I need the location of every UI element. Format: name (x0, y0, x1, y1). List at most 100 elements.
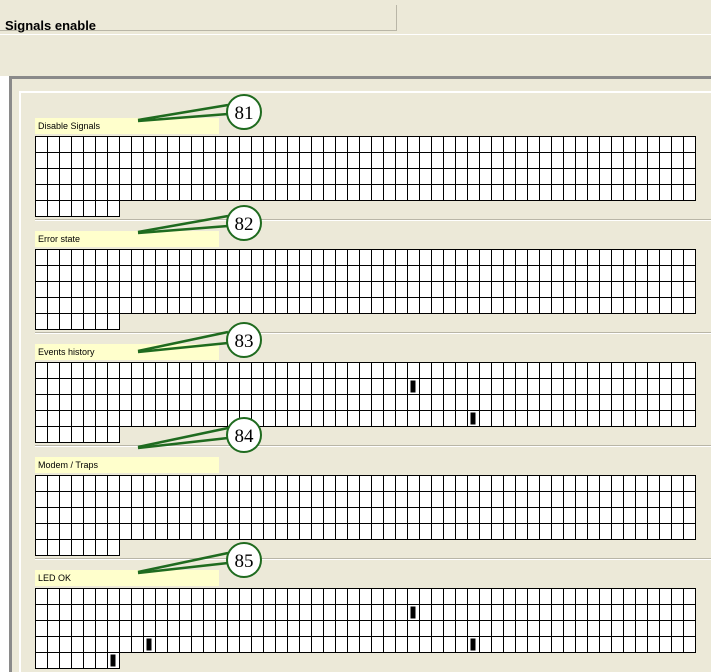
signal-cell[interactable] (515, 588, 528, 605)
signal-cell[interactable] (287, 588, 300, 605)
signal-cell[interactable] (83, 168, 96, 185)
signal-cell[interactable] (323, 297, 336, 314)
signal-cell[interactable] (59, 281, 72, 298)
signal-cell[interactable] (575, 152, 588, 169)
signal-cell[interactable] (479, 475, 492, 492)
signal-grid[interactable] (35, 475, 696, 557)
signal-cell[interactable] (299, 620, 312, 637)
signal-cell[interactable] (527, 523, 540, 540)
signal-cell[interactable] (563, 297, 576, 314)
signal-cell[interactable] (95, 362, 108, 379)
signal-cell[interactable] (671, 249, 684, 266)
signal-cell[interactable] (239, 136, 252, 153)
signal-cell[interactable] (371, 281, 384, 298)
signal-cell[interactable] (275, 362, 288, 379)
signal-cell[interactable] (443, 491, 456, 508)
signal-cell[interactable] (359, 475, 372, 492)
signal-cell[interactable] (683, 475, 696, 492)
signal-cell[interactable] (623, 475, 636, 492)
signal-cell[interactable] (311, 410, 324, 427)
signal-cell[interactable] (539, 297, 552, 314)
signal-cell[interactable] (47, 297, 60, 314)
signal-cell[interactable] (311, 184, 324, 201)
signal-cell[interactable] (179, 410, 192, 427)
signal-cell[interactable] (119, 475, 132, 492)
signal-cell[interactable] (539, 265, 552, 282)
signal-cell[interactable] (47, 636, 60, 653)
signal-cell[interactable] (563, 136, 576, 153)
signal-cell[interactable] (419, 378, 432, 395)
signal-cell[interactable] (551, 136, 564, 153)
signal-cell[interactable] (335, 378, 348, 395)
signal-cell[interactable] (263, 281, 276, 298)
signal-cell[interactable] (659, 184, 672, 201)
signal-cell[interactable] (683, 507, 696, 524)
signal-cell[interactable] (455, 378, 468, 395)
signal-cell[interactable] (203, 297, 216, 314)
signal-cell[interactable] (527, 507, 540, 524)
signal-cell[interactable] (95, 475, 108, 492)
signal-cell[interactable] (59, 184, 72, 201)
signal-grid[interactable] (35, 249, 696, 331)
signal-cell[interactable] (443, 136, 456, 153)
signal-cell[interactable] (503, 136, 516, 153)
signal-cell[interactable] (143, 152, 156, 169)
signal-cell[interactable] (611, 297, 624, 314)
signal-cell[interactable] (59, 152, 72, 169)
signal-cell[interactable] (623, 620, 636, 637)
signal-cell[interactable] (371, 588, 384, 605)
signal-cell[interactable] (179, 297, 192, 314)
signal-cell[interactable] (167, 265, 180, 282)
signal-cell[interactable] (323, 265, 336, 282)
signal-cell[interactable] (143, 523, 156, 540)
signal-cell[interactable] (503, 588, 516, 605)
signal-cell[interactable] (95, 636, 108, 653)
signal-cell[interactable] (551, 249, 564, 266)
signal-cell[interactable] (35, 136, 48, 153)
signal-cell[interactable] (527, 281, 540, 298)
signal-cell[interactable] (503, 378, 516, 395)
signal-cell[interactable] (431, 491, 444, 508)
signal-cell[interactable] (539, 491, 552, 508)
signal-cell[interactable] (431, 297, 444, 314)
signal-cell[interactable] (635, 491, 648, 508)
signal-cell[interactable] (179, 378, 192, 395)
signal-cell[interactable] (215, 475, 228, 492)
signal-cell[interactable] (503, 636, 516, 653)
signal-cell[interactable] (215, 136, 228, 153)
signal-cell[interactable] (203, 249, 216, 266)
signal-cell[interactable] (227, 475, 240, 492)
signal-cell[interactable] (335, 475, 348, 492)
signal-cell[interactable] (575, 620, 588, 637)
signal-cell[interactable] (359, 136, 372, 153)
signal-cell[interactable] (155, 281, 168, 298)
signal-cell[interactable] (191, 378, 204, 395)
signal-cell[interactable] (623, 507, 636, 524)
signal-cell[interactable] (215, 636, 228, 653)
signal-cell[interactable] (251, 168, 264, 185)
signal-cell[interactable] (419, 136, 432, 153)
signal-cell[interactable] (503, 620, 516, 637)
signal-cell[interactable] (263, 636, 276, 653)
signal-cell[interactable] (215, 604, 228, 621)
signal-cell[interactable] (599, 394, 612, 411)
signal-cell[interactable] (539, 410, 552, 427)
signal-cell[interactable] (551, 636, 564, 653)
signal-cell[interactable] (311, 620, 324, 637)
signal-cell[interactable] (395, 249, 408, 266)
signal-cell[interactable] (155, 362, 168, 379)
signal-cell[interactable] (575, 265, 588, 282)
signal-cell[interactable] (371, 362, 384, 379)
signal-cell[interactable] (191, 620, 204, 637)
signal-cell[interactable] (203, 604, 216, 621)
signal-cell[interactable] (203, 136, 216, 153)
signal-cell[interactable] (371, 184, 384, 201)
signal-cell[interactable] (311, 297, 324, 314)
signal-cell[interactable] (191, 297, 204, 314)
signal-cell[interactable] (275, 588, 288, 605)
signal-cell[interactable] (47, 362, 60, 379)
signal-cell[interactable] (71, 297, 84, 314)
signal-cell[interactable] (539, 249, 552, 266)
signal-cell[interactable] (119, 378, 132, 395)
signal-cell[interactable] (263, 168, 276, 185)
